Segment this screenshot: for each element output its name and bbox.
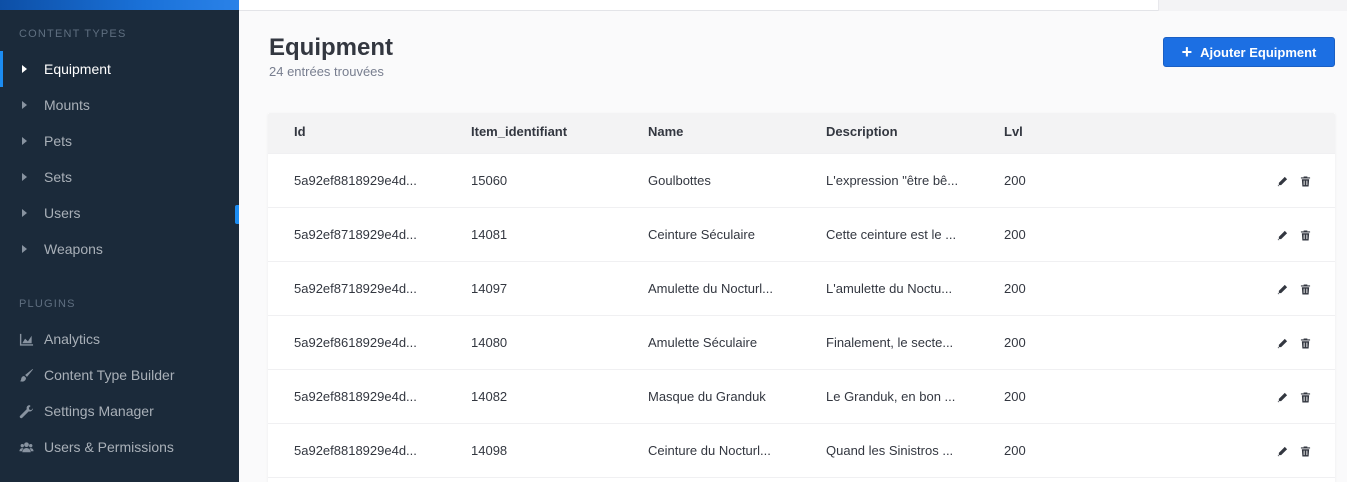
table-row[interactable] bbox=[268, 477, 1335, 482]
caret-right-icon bbox=[22, 209, 27, 217]
cell-name: Amulette Séculaire bbox=[648, 335, 758, 350]
sidebar-item-users[interactable]: Users bbox=[0, 195, 239, 231]
pencil-icon[interactable] bbox=[1275, 228, 1289, 242]
sidebar-item-content-type-builder[interactable]: Content Type Builder bbox=[0, 357, 239, 393]
cell-item-identifiant: 15060 bbox=[471, 173, 508, 188]
table-row[interactable]: 5a92ef8818929e4d... 14082 Masque du Gran… bbox=[268, 369, 1335, 423]
cell-lvl: 200 bbox=[1004, 173, 1026, 188]
sidebar-header-bar bbox=[0, 0, 239, 10]
pencil-icon[interactable] bbox=[1275, 282, 1289, 296]
caret-right-icon bbox=[22, 65, 27, 73]
column-header-item-identifiant[interactable]: Item_identifiant bbox=[471, 113, 567, 153]
trash-icon[interactable] bbox=[1298, 282, 1312, 296]
cell-lvl: 200 bbox=[1004, 443, 1026, 458]
sidebar-item-label: Content Type Builder bbox=[44, 367, 175, 383]
sidebar: CONTENT TYPES Equipment Mounts Pets Sets… bbox=[0, 0, 239, 482]
cell-description: Finalement, le secte... bbox=[826, 335, 954, 350]
content-types-section-title: CONTENT TYPES bbox=[19, 28, 127, 40]
cell-id: 5a92ef8718929e4d... bbox=[294, 281, 417, 296]
trash-icon[interactable] bbox=[1298, 390, 1312, 404]
sidebar-item-sets[interactable]: Sets bbox=[0, 159, 239, 195]
sidebar-item-label: Pets bbox=[44, 133, 73, 149]
sidebar-scroll-marker bbox=[235, 205, 239, 224]
cell-id: 5a92ef8818929e4d... bbox=[294, 389, 417, 404]
pencil-icon[interactable] bbox=[1275, 336, 1289, 350]
cell-id: 5a92ef8618929e4d... bbox=[294, 335, 417, 350]
sidebar-item-pets[interactable]: Pets bbox=[0, 123, 239, 159]
pencil-icon[interactable] bbox=[1275, 444, 1289, 458]
sidebar-item-users-permissions[interactable]: Users & Permissions bbox=[0, 429, 239, 465]
cell-id: 5a92ef8718929e4d... bbox=[294, 227, 417, 242]
wrench-icon bbox=[18, 403, 34, 419]
cell-id: 5a92ef8818929e4d... bbox=[294, 173, 417, 188]
sidebar-item-mounts[interactable]: Mounts bbox=[0, 87, 239, 123]
column-header-lvl[interactable]: Lvl bbox=[1004, 113, 1023, 153]
pencil-icon[interactable] bbox=[1275, 174, 1289, 188]
sidebar-item-weapons[interactable]: Weapons bbox=[0, 231, 239, 267]
users-icon bbox=[18, 439, 34, 455]
cell-description: Quand les Sinistros ... bbox=[826, 443, 954, 458]
caret-right-icon bbox=[22, 101, 27, 109]
cell-name: Ceinture Séculaire bbox=[648, 227, 755, 242]
sidebar-item-label: Equipment bbox=[44, 61, 111, 77]
cell-description: L'expression "être bê... bbox=[826, 173, 959, 188]
trash-icon[interactable] bbox=[1298, 336, 1312, 350]
trash-icon[interactable] bbox=[1298, 228, 1312, 242]
table-row[interactable]: 5a92ef8718929e4d... 14097 Amulette du No… bbox=[268, 261, 1335, 315]
table-row[interactable]: 5a92ef8718929e4d... 14081 Ceinture Sécul… bbox=[268, 207, 1335, 261]
cell-item-identifiant: 14098 bbox=[471, 443, 508, 458]
entries-table: Id Item_identifiant Name Description Lvl… bbox=[268, 113, 1335, 482]
sidebar-item-label: Mounts bbox=[44, 97, 90, 113]
caret-right-icon bbox=[22, 137, 27, 145]
sidebar-item-label: Weapons bbox=[44, 241, 103, 257]
paint-brush-icon bbox=[18, 367, 34, 383]
trash-icon[interactable] bbox=[1298, 174, 1312, 188]
column-header-id[interactable]: Id bbox=[294, 113, 306, 153]
sidebar-item-label: Settings Manager bbox=[44, 403, 154, 419]
analytics-icon bbox=[18, 331, 34, 347]
caret-right-icon bbox=[22, 245, 27, 253]
pencil-icon[interactable] bbox=[1275, 390, 1289, 404]
cell-name: Goulbottes bbox=[648, 173, 711, 188]
trash-icon[interactable] bbox=[1298, 444, 1312, 458]
cell-description: Cette ceinture est le ... bbox=[826, 227, 957, 242]
cell-description: Le Granduk, en bon ... bbox=[826, 389, 956, 404]
table-row[interactable]: 5a92ef8618929e4d... 14080 Amulette Sécul… bbox=[268, 315, 1335, 369]
cell-lvl: 200 bbox=[1004, 335, 1026, 350]
add-equipment-button[interactable]: + Ajouter Equipment bbox=[1163, 37, 1335, 67]
caret-right-icon bbox=[22, 173, 27, 181]
cell-lvl: 200 bbox=[1004, 227, 1026, 242]
sidebar-item-label: Users bbox=[44, 205, 81, 221]
active-indicator bbox=[0, 51, 3, 87]
cell-id: 5a92ef8818929e4d... bbox=[294, 443, 417, 458]
sidebar-item-settings-manager[interactable]: Settings Manager bbox=[0, 393, 239, 429]
cell-item-identifiant: 14081 bbox=[471, 227, 508, 242]
plugins-section-title: PLUGINS bbox=[19, 298, 76, 310]
table-row[interactable]: 5a92ef8818929e4d... 15060 Goulbottes L'e… bbox=[268, 153, 1335, 207]
cell-item-identifiant: 14080 bbox=[471, 335, 508, 350]
sidebar-item-label: Sets bbox=[44, 169, 73, 185]
header-user-area bbox=[1158, 0, 1347, 11]
table-row[interactable]: 5a92ef8818929e4d... 14098 Ceinture du No… bbox=[268, 423, 1335, 477]
sidebar-item-label: Users & Permissions bbox=[44, 439, 174, 455]
page-title: Equipment bbox=[269, 34, 393, 61]
cell-name: Amulette du Nocturl... bbox=[648, 281, 773, 296]
cell-lvl: 200 bbox=[1004, 281, 1026, 296]
column-header-name[interactable]: Name bbox=[648, 113, 683, 153]
cell-description: L'amulette du Noctu... bbox=[826, 281, 953, 296]
cell-name: Masque du Granduk bbox=[648, 389, 766, 404]
cell-name: Ceinture du Nocturl... bbox=[648, 443, 771, 458]
cell-item-identifiant: 14082 bbox=[471, 389, 508, 404]
sidebar-item-label: Analytics bbox=[44, 331, 101, 347]
sidebar-item-analytics[interactable]: Analytics bbox=[0, 321, 239, 357]
plus-icon: + bbox=[1181, 42, 1193, 62]
entries-count: 24 entrées trouvées bbox=[269, 64, 384, 79]
column-header-description[interactable]: Description bbox=[826, 113, 898, 153]
cell-item-identifiant: 14097 bbox=[471, 281, 508, 296]
cell-lvl: 200 bbox=[1004, 389, 1026, 404]
sidebar-item-equipment[interactable]: Equipment bbox=[0, 51, 239, 87]
table-header: Id Item_identifiant Name Description Lvl bbox=[268, 113, 1335, 153]
add-button-label: Ajouter Equipment bbox=[1200, 44, 1317, 60]
